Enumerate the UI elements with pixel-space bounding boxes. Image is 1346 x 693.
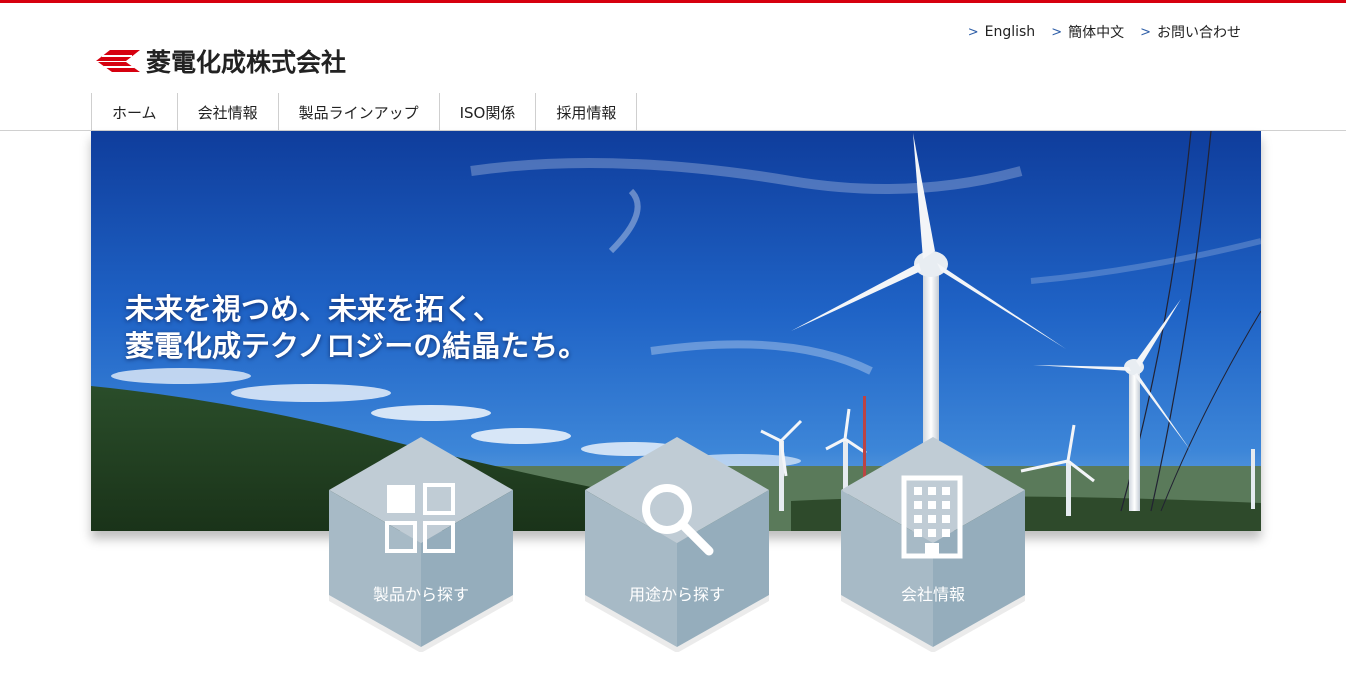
search-by-use-label: 用途から探す — [628, 585, 725, 604]
search-by-product-button[interactable]: 製品から探す — [329, 437, 513, 652]
search-by-product-label: 製品から探す — [372, 585, 469, 604]
chinese-link-label: 簡体中文 — [1068, 25, 1125, 41]
company-info-button[interactable]: 会社情報 — [841, 437, 1025, 652]
nav-item-home[interactable]: ホーム — [92, 93, 178, 131]
chinese-link[interactable]: > 簡体中文 — [1051, 22, 1124, 42]
grid-icon — [385, 483, 455, 553]
nav-item-recruit[interactable]: 採用情報 — [536, 93, 638, 131]
hero-caption-line2: 菱電化成テクノロジーの結晶たち。 — [125, 329, 588, 363]
nav-item-products[interactable]: 製品ラインアップ — [279, 93, 440, 131]
top-accent-bar — [0, 0, 1346, 3]
english-link-label: English — [984, 24, 1036, 40]
chevron-right-icon: > — [1140, 24, 1151, 40]
english-link[interactable]: > English — [968, 22, 1035, 42]
building-icon — [901, 475, 963, 559]
logo-mark-icon — [96, 50, 140, 72]
main-nav: ホーム 会社情報 製品ラインアップ ISO関係 採用情報 — [91, 93, 638, 131]
nav-item-iso[interactable]: ISO関係 — [440, 93, 537, 131]
site-logo[interactable]: 菱電化成株式会社 — [96, 44, 346, 78]
company-name: 菱電化成株式会社 — [146, 48, 347, 77]
nav-item-company[interactable]: 会社情報 — [178, 93, 279, 131]
chevron-right-icon: > — [1051, 24, 1063, 40]
hero-caption-line1: 未来を視つめ、未来を拓く、 — [125, 292, 503, 326]
hero-caption: 未来を視つめ、未来を拓く、 菱電化成テクノロジーの結晶たち。 — [125, 291, 587, 365]
company-info-label: 会社情報 — [900, 585, 965, 604]
search-by-use-button[interactable]: 用途から探す — [585, 437, 769, 652]
contact-link-label: お問い合わせ — [1157, 25, 1241, 41]
contact-link[interactable]: > お問い合わせ — [1140, 22, 1241, 42]
search-icon — [642, 484, 714, 556]
chevron-right-icon: > — [967, 24, 979, 40]
utility-links: > English > 簡体中文 > お問い合わせ — [968, 22, 1241, 42]
